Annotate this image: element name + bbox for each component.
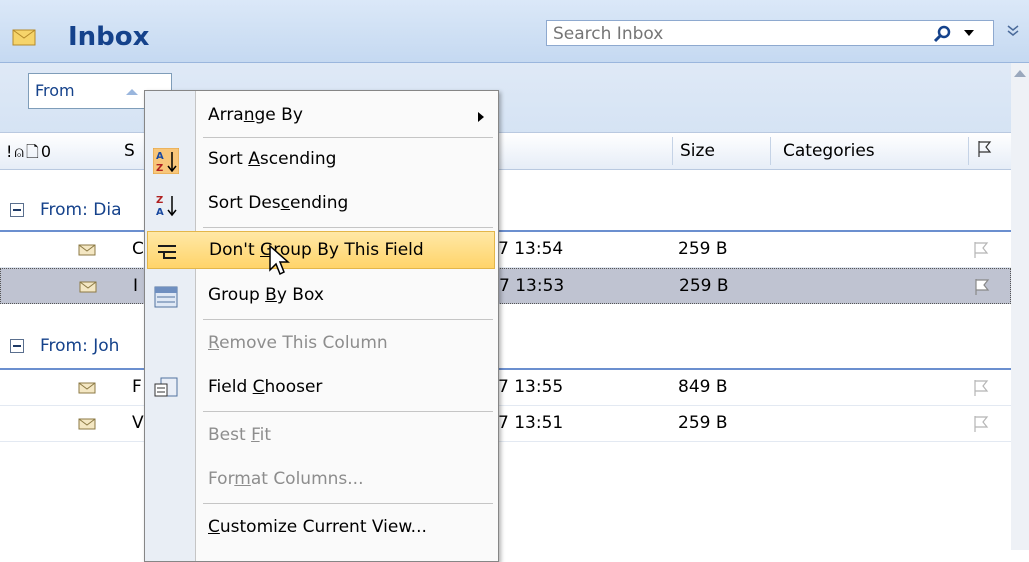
title-bar: Inbox: [0, 0, 1029, 63]
group-label: From: Joh: [40, 336, 120, 356]
group-by-field-label: From: [35, 81, 75, 100]
column-icons: !⍝🗋0: [6, 141, 53, 168]
group-label: From: Dia: [40, 200, 122, 220]
menu-item-dont-group-by-field[interactable]: Don't Group By This Field: [147, 231, 495, 269]
envelope-icon: [78, 418, 96, 430]
menu-item-label: Sort Ascending: [208, 149, 337, 169]
column-separator: [770, 137, 771, 165]
scroll-up-arrow-icon[interactable]: [1013, 68, 1027, 78]
message-size: 259 B: [679, 276, 729, 296]
menu-item-label: Remove This Column: [208, 333, 388, 353]
vertical-scrollbar[interactable]: [1011, 63, 1029, 550]
svg-text:A: A: [156, 207, 164, 218]
menu-item-label: Arrange By: [208, 105, 303, 125]
flag-column-icon[interactable]: [976, 139, 992, 159]
menu-item-format-columns[interactable]: Format Columns...: [147, 461, 495, 499]
subject: F: [132, 377, 142, 397]
collapse-group-icon[interactable]: [10, 339, 24, 353]
submenu-arrow-icon: [478, 112, 484, 122]
column-subject[interactable]: S: [124, 141, 135, 161]
menu-item-sort-ascending[interactable]: A Z Sort Ascending: [147, 141, 495, 179]
message-size: 259 B: [678, 413, 728, 433]
menu-item-group-by-box[interactable]: Group By Box: [147, 277, 495, 315]
menu-item-field-chooser[interactable]: Field Chooser: [147, 369, 495, 407]
menu-item-best-fit[interactable]: Best Fit: [147, 417, 495, 455]
menu-separator: [203, 503, 493, 504]
menu-separator: [203, 411, 493, 412]
received-time: 7 13:55: [498, 377, 564, 397]
mouse-cursor-icon: [269, 244, 290, 276]
menu-separator: [203, 227, 493, 228]
search-options-chevron-icon[interactable]: [963, 27, 975, 39]
menu-item-label: Best Fit: [208, 425, 271, 445]
menu-item-sort-descending[interactable]: Z A Sort Descending: [147, 185, 495, 223]
message-size: 259 B: [678, 239, 728, 259]
subject: I: [133, 276, 139, 296]
document-icon[interactable]: 🗋: [26, 142, 41, 161]
menu-item-label: Don't Group By This Field: [209, 240, 424, 260]
flag-icon[interactable]: [972, 414, 990, 434]
field-chooser-icon: [154, 377, 178, 397]
menu-item-label: Field Chooser: [208, 377, 323, 397]
search-input[interactable]: [551, 23, 925, 45]
menu-item-label: Customize Current View...: [208, 517, 427, 537]
column-size[interactable]: Size: [680, 141, 715, 161]
subject: V: [132, 413, 144, 433]
attachment-icon[interactable]: 0: [41, 142, 53, 161]
received-time: 7 13:54: [498, 239, 564, 259]
expand-search-chevron-icon[interactable]: [1006, 24, 1020, 38]
reminder-bell-icon[interactable]: ⍝: [14, 142, 26, 161]
column-separator: [672, 137, 673, 165]
ungroup-icon: [158, 245, 176, 259]
received-time: 7 13:53: [499, 276, 565, 296]
search-icon[interactable]: [933, 24, 953, 44]
menu-separator: [203, 137, 493, 138]
menu-item-remove-column[interactable]: Remove This Column: [147, 325, 495, 363]
collapse-group-icon[interactable]: [10, 203, 24, 217]
flag-icon[interactable]: [972, 378, 990, 398]
column-separator: [968, 137, 969, 165]
column-context-menu: Arrange By A Z Sort Ascending Z A Sort D…: [144, 90, 499, 562]
envelope-icon: [78, 382, 96, 394]
menu-item-label: Sort Descending: [208, 193, 349, 213]
sort-ascending-icon: A Z: [153, 148, 179, 174]
svg-text:Z: Z: [156, 195, 163, 206]
svg-text:A: A: [156, 151, 164, 162]
search-box[interactable]: [546, 20, 994, 46]
envelope-icon: [79, 281, 97, 293]
envelope-icon: [78, 244, 96, 256]
inbox-folder-icon: [12, 29, 36, 46]
flag-icon[interactable]: [972, 240, 990, 260]
received-time: 7 13:51: [498, 413, 564, 433]
group-box-icon: [154, 286, 178, 308]
subject: C: [132, 239, 144, 259]
svg-text:Z: Z: [156, 163, 163, 174]
menu-item-customize-current-view[interactable]: Customize Current View...: [147, 509, 495, 547]
menu-item-arrange-by[interactable]: Arrange By: [147, 97, 495, 135]
column-categories[interactable]: Categories: [783, 141, 875, 161]
sort-up-arrow-icon: [126, 89, 138, 95]
message-size: 849 B: [678, 377, 728, 397]
menu-item-label: Group By Box: [208, 285, 324, 305]
menu-item-label: Format Columns...: [208, 469, 364, 489]
menu-separator: [203, 319, 493, 320]
folder-title: Inbox: [68, 22, 150, 52]
flag-icon[interactable]: [973, 277, 991, 297]
sort-descending-icon: Z A: [156, 195, 177, 218]
